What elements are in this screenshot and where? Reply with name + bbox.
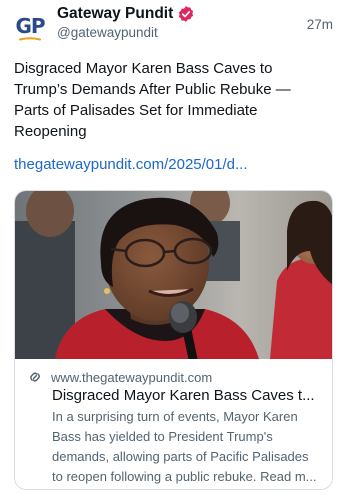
avatar-initials: GP xyxy=(15,14,45,38)
post-text: Disgraced Mayor Karen Bass Caves to Trum… xyxy=(14,60,291,140)
post[interactable]: GP Gateway Pundit @gatewaypundit 27m Dis… xyxy=(0,0,348,500)
card-title[interactable]: Disgraced Mayor Karen Bass Caves t... xyxy=(52,387,322,404)
card-description: In a surprising turn of events, Mayor Ka… xyxy=(52,409,317,484)
post-link[interactable]: thegatewaypundit.com/2025/01/d... xyxy=(14,156,248,173)
link-icon xyxy=(30,372,40,382)
card-domain-row: www.thegatewaypundit.com xyxy=(27,369,212,385)
handle[interactable]: @gatewaypundit xyxy=(57,25,158,40)
card-body: www.thegatewaypundit.com Disgraced Mayor… xyxy=(15,359,332,489)
display-name[interactable]: Gateway Pundit xyxy=(57,5,173,23)
card-image xyxy=(15,191,332,359)
name-row: Gateway Pundit xyxy=(57,4,195,24)
avatar[interactable]: GP xyxy=(13,10,47,44)
card-domain: www.thegatewaypundit.com xyxy=(51,369,213,385)
timestamp[interactable]: 27m xyxy=(307,17,333,32)
post-header: Gateway Pundit @gatewaypundit 27m xyxy=(57,4,337,44)
avatar-swoosh-icon xyxy=(19,37,41,41)
link-preview-card[interactable]: www.thegatewaypundit.com Disgraced Mayor… xyxy=(14,190,333,490)
verified-badge-icon[interactable] xyxy=(177,5,195,23)
